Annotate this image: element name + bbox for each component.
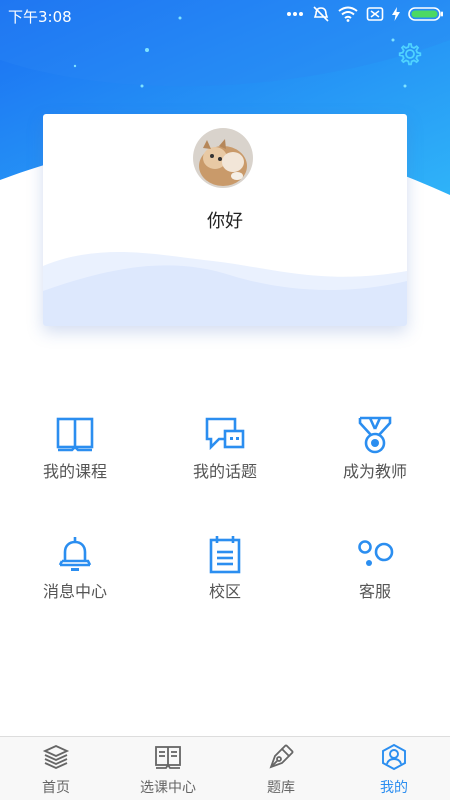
wifi-icon [338,6,358,22]
menu-label: 校区 [208,582,241,601]
menu-label: 客服 [358,582,391,601]
tab-question-bank[interactable]: 题库 [225,737,337,800]
menu-label: 我的课程 [42,462,107,481]
menu-item-campus[interactable]: 校区 [165,535,285,625]
menu-item-become-teacher[interactable]: 成为教师 [315,415,435,505]
menu-label: 消息中心 [42,582,107,601]
card-waves-decoration [43,251,407,326]
avatar[interactable] [193,128,253,188]
layers-icon [42,745,70,769]
profile-card: 你好 [43,114,407,326]
menu-label: 我的话题 [192,462,257,481]
person-icon [382,743,406,771]
tab-label: 题库 [267,780,295,796]
status-bar: 下午3:08 [0,0,450,32]
profile-page: 下午3:08 你好 我的课程 我的话题 成为教师 消息中心 校区 客服 首页 选… [0,0,450,800]
menu-item-customer-service[interactable]: 客服 [315,535,435,625]
tab-label: 首页 [42,780,70,796]
charging-icon [392,7,400,21]
battery-icon [408,6,444,22]
tab-course-center[interactable]: 选课中心 [112,737,224,800]
menu-label: 成为教师 [342,462,407,481]
menu-item-my-courses[interactable]: 我的课程 [15,415,135,505]
bubbles-icon [358,540,394,566]
tab-home[interactable]: 首页 [0,737,112,800]
tab-label: 选课中心 [140,780,196,796]
tab-label: 我的 [380,780,408,796]
gear-icon [398,43,422,66]
book-icon [56,417,94,452]
menu-item-my-topics[interactable]: 我的话题 [165,415,285,505]
settings-button[interactable] [396,40,424,68]
status-icons [286,6,444,22]
status-time: 下午3:08 [8,8,72,26]
bottom-tab-bar: 首页 选课中心 题库 我的 [0,736,450,800]
menu-item-message-center[interactable]: 消息中心 [15,535,135,625]
notepad-icon [209,536,241,574]
medal-icon [358,416,392,454]
open-book-icon [155,746,181,769]
tab-mine[interactable]: 我的 [338,737,450,800]
greeting-text: 你好 [207,211,243,232]
sim-icon [366,6,384,22]
mute-icon [312,6,330,22]
more-dots-icon [286,11,304,17]
bell-icon [58,537,92,571]
pen-icon [269,744,294,769]
chat-icon [205,417,245,451]
